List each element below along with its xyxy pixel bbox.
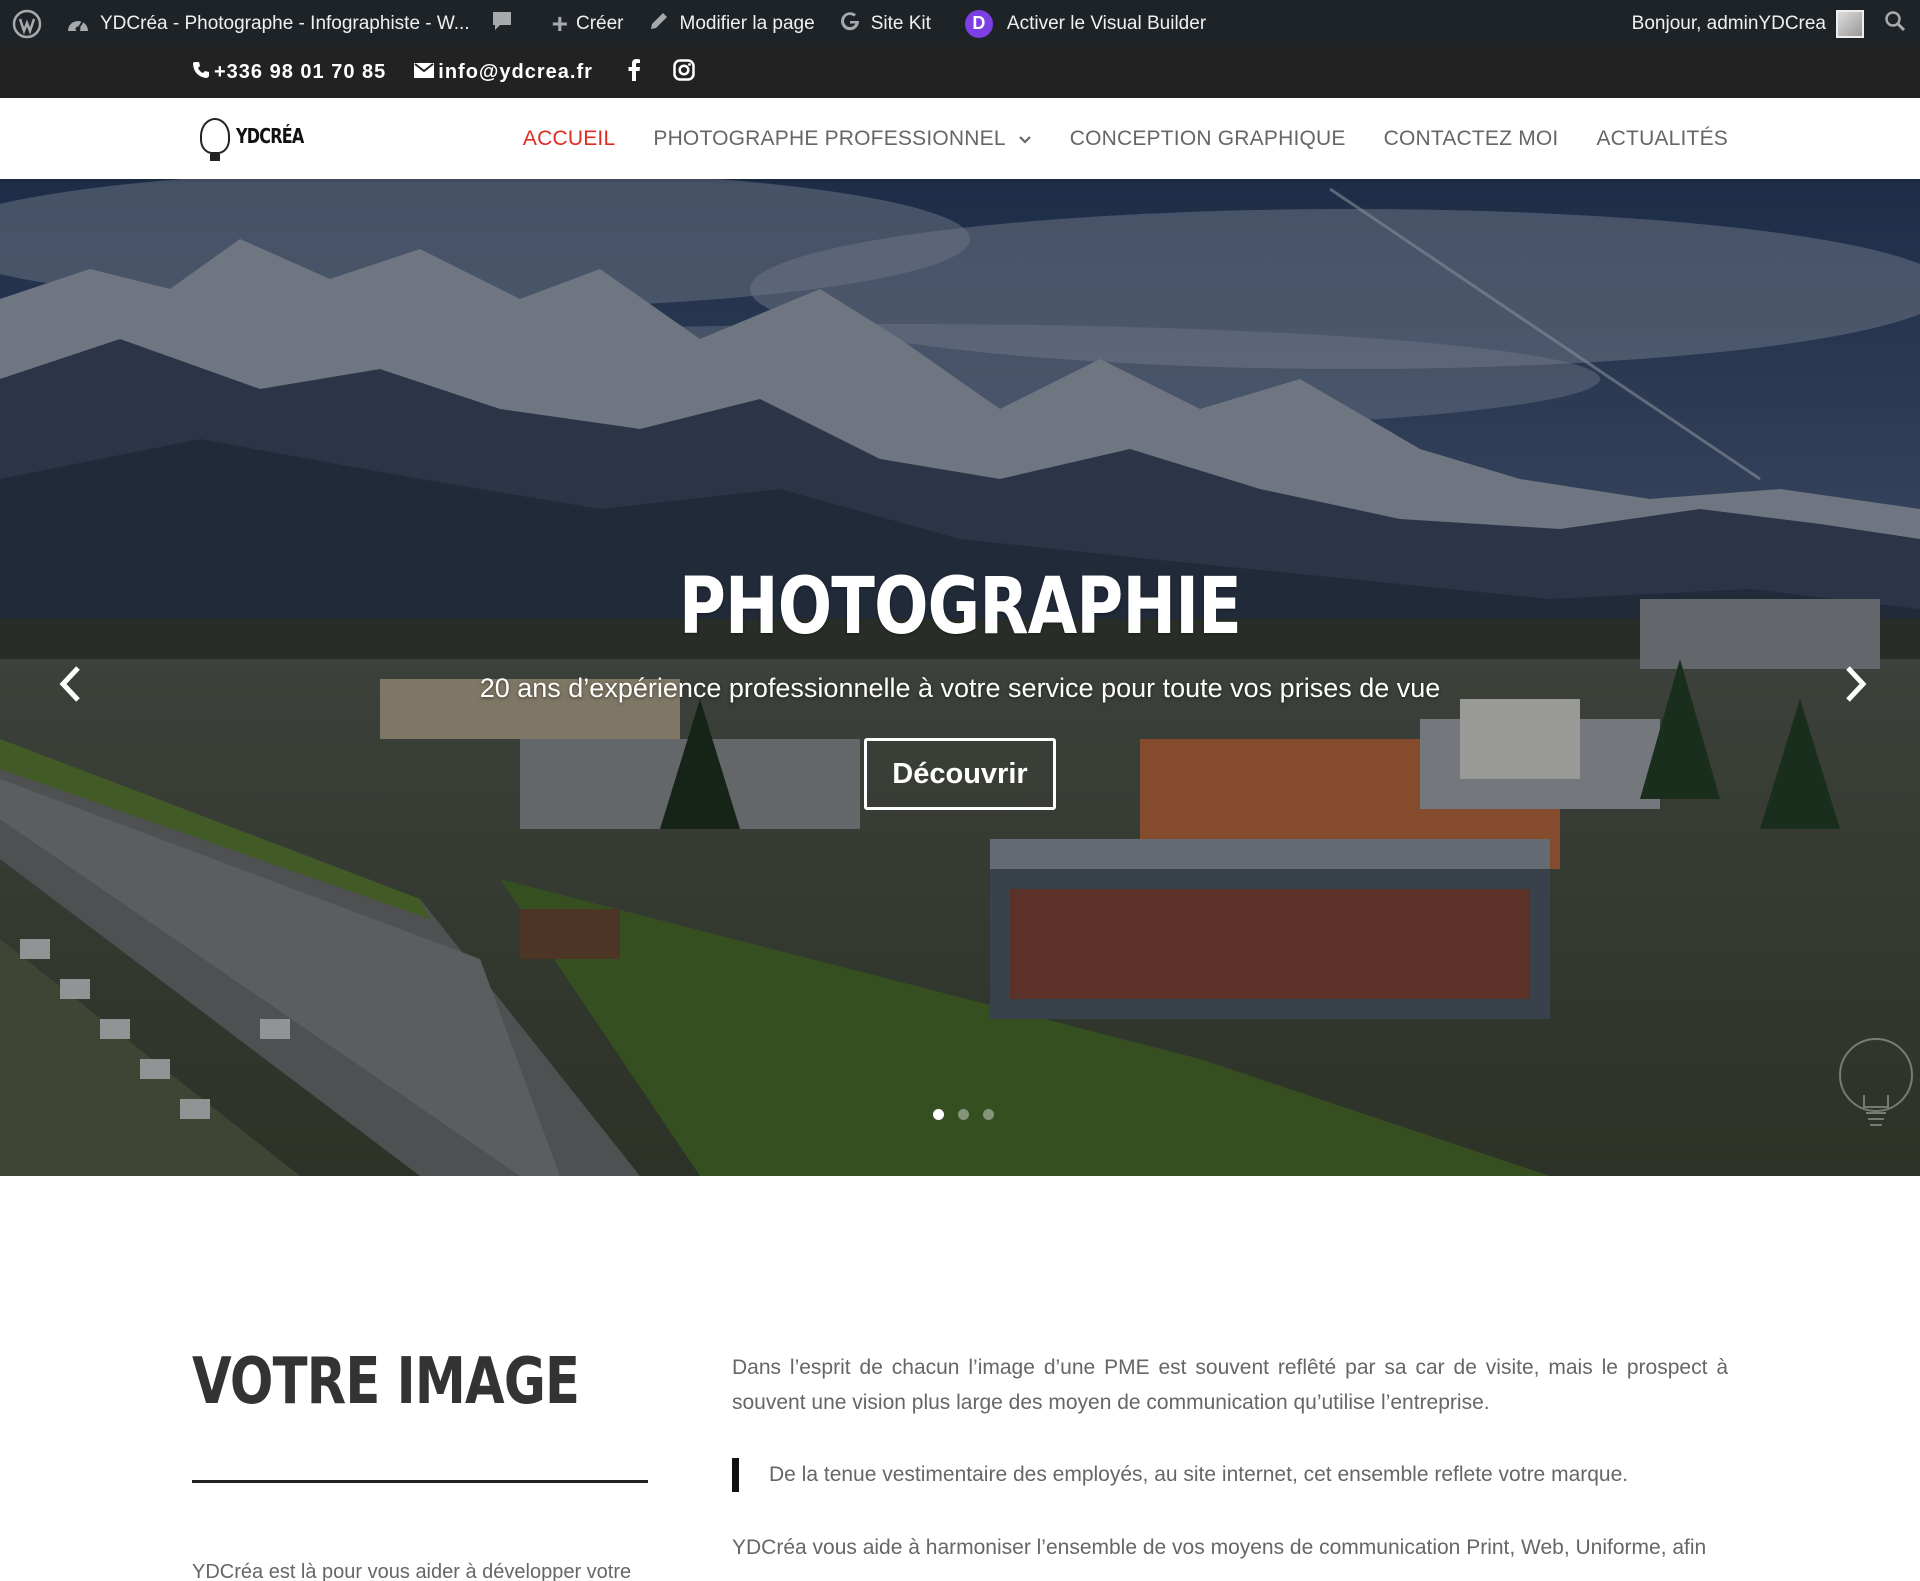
nav-item-actualites[interactable]: Actualités: [1596, 127, 1728, 151]
nav-label: Contactez moi: [1383, 126, 1559, 150]
chevron-down-icon: [1018, 127, 1032, 151]
visual-builder-link[interactable]: D Activer le Visual Builder: [953, 0, 1218, 47]
phone-icon: [192, 61, 214, 85]
pencil-icon: [648, 10, 670, 38]
comments-menu[interactable]: [482, 0, 526, 47]
discover-button[interactable]: Découvrir: [864, 738, 1056, 810]
logo-text: YDCRÉA: [236, 124, 304, 148]
section-title: VOTRE IMAGE: [192, 1345, 580, 1419]
email-address: info@ydcrea.fr: [438, 61, 593, 83]
wordpress-logo-icon[interactable]: [0, 0, 54, 47]
nav-item-photographe[interactable]: Photographe professionnel: [653, 127, 1031, 151]
content-column: Dans l’esprit de chacun l’image d’une PM…: [732, 1350, 1728, 1565]
admin-bar: YDCréa - Photographe - Infographiste - W…: [0, 0, 1920, 47]
slider-dot[interactable]: [983, 1109, 994, 1120]
envelope-icon: [414, 61, 438, 84]
paragraph-harmonise: YDCréa vous aide à harmoniser l’ensemble…: [732, 1536, 1707, 1559]
phone-contact[interactable]: +336 98 01 70 85: [192, 61, 386, 85]
site-name-menu[interactable]: YDCréa - Photographe - Infographiste - W…: [54, 0, 482, 47]
visual-builder-label: Activer le Visual Builder: [1006, 12, 1207, 34]
user-account-menu[interactable]: Bonjour, adminYDCrea: [1620, 0, 1872, 47]
comment-icon: [490, 9, 514, 39]
plus-icon: +: [551, 7, 568, 39]
intro-text: YDCréa est là pour vous aider à développ…: [192, 1561, 632, 1581]
hero-subtitle: 20 ans d’expérience professionnelle à vo…: [479, 673, 1441, 703]
search-icon: [1884, 10, 1906, 38]
nav-label: Actualités: [1596, 126, 1728, 150]
email-contact[interactable]: info@ydcrea.fr: [414, 61, 593, 84]
site-kit-label: Site Kit: [870, 12, 931, 34]
admin-search-button[interactable]: [1872, 0, 1920, 47]
create-menu[interactable]: + Créer: [540, 0, 636, 47]
phone-number: +336 98 01 70 85: [214, 61, 387, 83]
create-label: Créer: [575, 12, 624, 34]
slider-dot[interactable]: [933, 1109, 944, 1120]
nav-item-contact[interactable]: Contactez moi: [1384, 127, 1559, 151]
slider-dot[interactable]: [958, 1109, 969, 1120]
instagram-icon: [673, 58, 699, 87]
slider-pagination: [926, 1109, 1001, 1120]
paragraph-intro: Dans l’esprit de chacun l’image d’une PM…: [732, 1356, 1728, 1414]
avatar: [1836, 9, 1864, 38]
nav-label: Conception graphique: [1069, 126, 1346, 150]
site-header: YDCRÉA Accueil Photographe professionnel…: [0, 98, 1920, 179]
section-divider: [192, 1480, 648, 1483]
nav-item-conception-graphique[interactable]: Conception graphique: [1070, 127, 1346, 151]
lightbulb-watermark-icon: [1836, 1035, 1916, 1145]
instagram-link[interactable]: [673, 58, 699, 87]
hero-slider: PHOTOGRAPHIE 20 ans d’expérience profess…: [0, 179, 1920, 1176]
slider-next-button[interactable]: [1834, 656, 1878, 716]
edit-page-label: Modifier la page: [679, 12, 815, 34]
facebook-link[interactable]: [627, 58, 645, 87]
site-logo[interactable]: YDCRÉA: [200, 118, 320, 161]
facebook-icon: [627, 58, 645, 87]
nav-label: Photographe professionnel: [653, 126, 1006, 150]
google-g-icon: [839, 10, 861, 38]
contact-top-bar: +336 98 01 70 85 info@ydcrea.fr: [0, 47, 1920, 98]
chevron-right-icon: [1844, 664, 1868, 709]
edit-page-link[interactable]: Modifier la page: [636, 0, 827, 47]
main-nav: Accueil Photographe professionnel Concep…: [485, 98, 1728, 179]
slider-prev-button[interactable]: [48, 656, 92, 716]
site-kit-menu[interactable]: Site Kit: [827, 0, 943, 47]
nav-label: Accueil: [522, 126, 616, 150]
blockquote: De la tenue vestimentaire des employés, …: [732, 1458, 1728, 1492]
site-name-label: YDCréa - Photographe - Infographiste - W…: [100, 12, 470, 34]
hero-title: PHOTOGRAPHIE: [678, 562, 1242, 652]
divi-icon: D: [964, 9, 993, 38]
nav-item-accueil[interactable]: Accueil: [523, 127, 615, 151]
lightbulb-logo-icon: [200, 118, 230, 161]
greeting-label: Bonjour, adminYDCrea: [1631, 12, 1826, 34]
chevron-left-icon: [58, 664, 82, 709]
